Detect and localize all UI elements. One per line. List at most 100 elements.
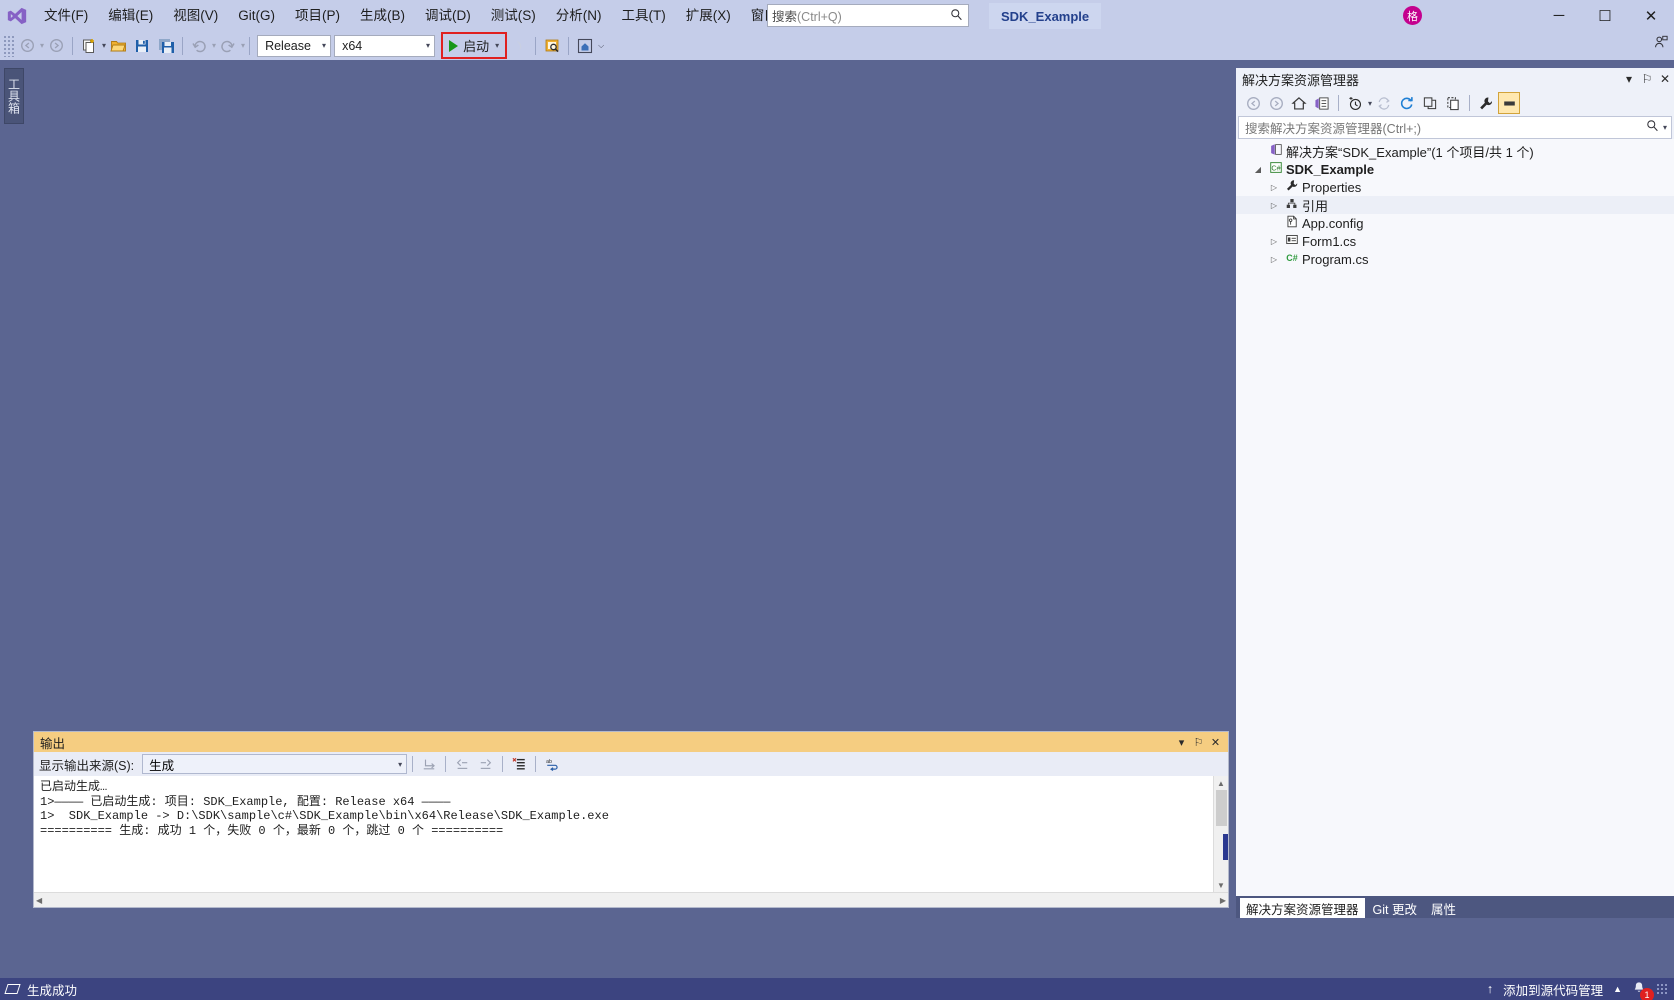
chevron-down-icon[interactable]: ▾	[1173, 736, 1190, 749]
avatar[interactable]: 格	[1403, 6, 1422, 25]
scroll-right-icon[interactable]: ▶	[1220, 896, 1226, 905]
menu-item-tools[interactable]: 工具(T)	[612, 3, 676, 29]
expander-icon[interactable]: ◢	[1250, 165, 1266, 174]
menu-item-build[interactable]: 生成(B)	[350, 3, 415, 29]
pending-changes-icon[interactable]	[1344, 92, 1366, 114]
tab-git-changes[interactable]: Git 更改	[1367, 898, 1423, 918]
tree-node-references[interactable]: ▷ 引用	[1236, 196, 1674, 214]
clear-all-icon[interactable]	[508, 754, 530, 775]
scrollbar-thumb[interactable]	[1216, 790, 1227, 826]
back-icon[interactable]	[1242, 92, 1264, 114]
new-item-button[interactable]	[77, 34, 101, 58]
show-all-files-icon[interactable]	[1442, 92, 1464, 114]
navigate-backward-button[interactable]	[15, 34, 39, 58]
tree-node-app-config[interactable]: App.config	[1236, 214, 1674, 232]
close-icon[interactable]: ✕	[1656, 72, 1674, 86]
output-line-3: ========== 生成: 成功 1 个，失败 0 个，最新 0 个，跳过 0…	[40, 823, 504, 838]
preview-selected-items-icon[interactable]	[1498, 92, 1521, 114]
redo-dropdown-icon[interactable]: ▾	[241, 41, 245, 50]
preview-changes-button[interactable]	[540, 34, 564, 58]
properties-wrench-icon[interactable]	[1475, 92, 1497, 114]
menu-item-project[interactable]: 项目(P)	[285, 3, 350, 29]
collapse-all-icon[interactable]	[1419, 92, 1441, 114]
solution-platform-select[interactable]: x64 ▾	[334, 34, 436, 57]
minimize-button[interactable]: ─	[1536, 0, 1582, 31]
expander-icon[interactable]: ▷	[1266, 255, 1282, 264]
close-button[interactable]: ✕	[1628, 0, 1674, 31]
start-debug-label: 启动	[463, 39, 490, 54]
toggle-word-wrap-icon[interactable]: ab	[541, 754, 563, 775]
tree-node-solution[interactable]: 解决方案“SDK_Example”(1 个项目/共 1 个)	[1236, 142, 1674, 160]
expander-icon[interactable]: ▷	[1266, 201, 1282, 210]
start-debug-button[interactable]: 启动 ▾	[449, 36, 499, 55]
document-tab-sdk-example[interactable]: SDK_Example	[989, 3, 1102, 29]
chevron-up-icon[interactable]: ▲	[1613, 984, 1622, 994]
navigate-forward-button[interactable]	[44, 34, 68, 58]
chevron-down-icon: ▾	[322, 41, 327, 50]
open-file-button[interactable]	[106, 34, 130, 58]
search-input[interactable]: 搜索(Ctrl+Q)	[767, 4, 969, 27]
scroll-down-icon[interactable]: ▼	[1214, 878, 1228, 892]
close-icon[interactable]: ✕	[1207, 736, 1224, 749]
add-to-source-control-button[interactable]: 添加到源代码管理	[1503, 980, 1603, 999]
tree-node-properties[interactable]: ▷ Properties	[1236, 178, 1674, 196]
toolbar-separator	[535, 36, 537, 55]
menu-item-analyze[interactable]: 分析(N)	[546, 3, 612, 29]
sync-with-active-document-icon[interactable]	[1373, 92, 1395, 114]
menu-item-view[interactable]: 视图(V)	[163, 3, 228, 29]
toolbar-separator	[1338, 95, 1339, 111]
toolbox-tab[interactable]: 工具箱	[4, 68, 24, 124]
resize-grip[interactable]	[1656, 983, 1668, 995]
menu-item-test[interactable]: 测试(S)	[481, 3, 546, 29]
menu-item-extensions[interactable]: 扩展(X)	[676, 3, 741, 29]
refresh-icon[interactable]	[1396, 92, 1418, 114]
expander-icon[interactable]: ▷	[1266, 237, 1282, 246]
maximize-button[interactable]: ☐	[1582, 0, 1628, 31]
scroll-left-icon[interactable]: ◀	[36, 896, 42, 905]
svg-text:ab: ab	[546, 759, 552, 765]
output-horizontal-scrollbar[interactable]: ◀ ▶	[34, 892, 1228, 907]
output-source-select[interactable]: 生成 ▾	[142, 754, 408, 774]
pin-icon[interactable]: ⚐	[1638, 72, 1656, 86]
undo-button[interactable]	[187, 34, 211, 58]
pin-icon[interactable]: ⚐	[1190, 736, 1207, 749]
start-debug-dropdown-icon[interactable]: ▾	[495, 41, 499, 50]
feedback-icon[interactable]	[1654, 35, 1668, 52]
previous-message-icon[interactable]	[451, 754, 473, 775]
home-icon[interactable]	[1288, 92, 1310, 114]
home-preview-button[interactable]	[573, 34, 597, 58]
menu-item-file[interactable]: 文件(F)	[34, 3, 98, 29]
output-text-area[interactable]: 已启动生成… 1>———— 已启动生成: 项目: SDK_Example, 配置…	[34, 776, 1228, 892]
toolbar-drag-grip[interactable]	[3, 34, 15, 57]
expander-icon[interactable]: ▷	[1266, 183, 1282, 192]
tab-solution-explorer[interactable]: 解决方案资源管理器	[1240, 898, 1365, 918]
save-button[interactable]	[130, 34, 154, 58]
notifications-button[interactable]: 1	[1632, 981, 1654, 1000]
next-message-icon[interactable]	[475, 754, 497, 775]
solution-explorer-search-input[interactable]: 搜索解决方案资源管理器(Ctrl+;) ▾	[1238, 116, 1672, 139]
switch-views-icon[interactable]	[1311, 92, 1333, 114]
goto-message-icon[interactable]	[418, 754, 440, 775]
scroll-up-icon[interactable]: ▲	[1214, 776, 1228, 790]
standard-toolbar: ▾ ▾ ▾ ▾ Release ▾ x64 ▾ 启动 ▾ ⌵	[0, 31, 1674, 60]
solution-configuration-select[interactable]: Release ▾	[257, 34, 332, 57]
menu-item-git[interactable]: Git(G)	[228, 3, 285, 29]
tree-node-form1-cs[interactable]: ▷ Form1.cs	[1236, 232, 1674, 250]
menu-item-edit[interactable]: 编辑(E)	[98, 3, 163, 29]
solution-explorer-panel: 解决方案资源管理器 ▾ ⚐ ✕ ▾ 搜索解决方案资源管理器(Ctrl+;) ▾ …	[1236, 68, 1674, 918]
chevron-down-icon[interactable]: ▾	[1620, 72, 1638, 86]
forward-icon[interactable]	[1265, 92, 1287, 114]
tree-node-project-sdk-example[interactable]: ◢ C# SDK_Example	[1236, 160, 1674, 178]
toolbar-overflow-icon[interactable]: ⌵	[598, 41, 604, 51]
menu-item-debug[interactable]: 调试(D)	[415, 3, 481, 29]
search-options-dropdown-icon[interactable]: ▾	[1659, 123, 1667, 132]
save-all-button[interactable]	[154, 34, 178, 58]
source-control-up-icon[interactable]: ↑	[1487, 982, 1493, 996]
tree-node-program-cs[interactable]: ▷ C# Program.cs	[1236, 250, 1674, 268]
tab-properties[interactable]: 属性	[1425, 898, 1462, 918]
pending-changes-dropdown-icon[interactable]: ▾	[1368, 99, 1372, 108]
live-share-button[interactable]	[507, 34, 531, 58]
status-bar: 生成成功 ↑ 添加到源代码管理 ▲ 1	[0, 978, 1674, 1000]
tree-node-label: 引用	[1302, 198, 1329, 214]
redo-button[interactable]	[216, 34, 240, 58]
